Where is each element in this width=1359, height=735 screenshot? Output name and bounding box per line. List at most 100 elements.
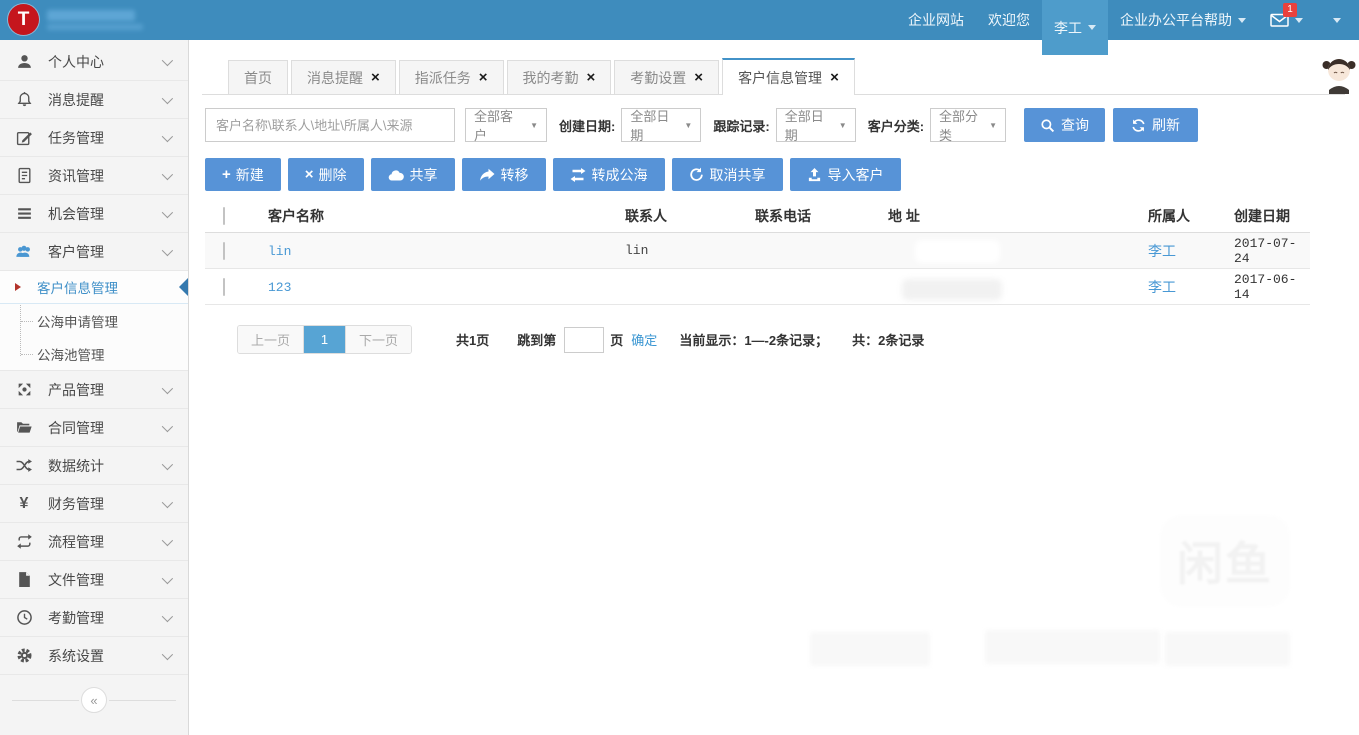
share-button[interactable]: 共享	[371, 158, 455, 191]
total-records-info: 共：2条记录	[852, 330, 924, 349]
row-checkbox[interactable]	[223, 278, 225, 296]
sidebar-item-news[interactable]: 资讯管理	[0, 157, 188, 195]
new-button[interactable]: + 新建	[205, 158, 281, 191]
sidebar-item-personal[interactable]: 个人中心	[0, 43, 188, 81]
import-customer-button[interactable]: 导入客户	[790, 158, 901, 191]
sidebar-item-file[interactable]: 文件管理	[0, 561, 188, 599]
product-icon	[14, 381, 34, 398]
col-header-phone: 联系电话	[740, 206, 870, 226]
topbar-menu: 企业网站 欢迎您 李工 企业办公平台帮助 1	[896, 0, 1353, 40]
user-icon	[14, 53, 34, 70]
created-cell: 2017-06-14	[1222, 272, 1310, 302]
sidebar-item-opportunity[interactable]: 机会管理	[0, 195, 188, 233]
chevron-down-icon	[1088, 25, 1096, 30]
close-icon[interactable]: ×	[479, 70, 488, 85]
redacted-blur	[915, 240, 1000, 263]
confirm-jump-link[interactable]: 确定	[631, 330, 657, 349]
topmenu-user[interactable]: 李工	[1042, 0, 1108, 55]
customer-category-select[interactable]: 全部分类▼	[930, 108, 1006, 142]
cloud-icon	[388, 168, 404, 182]
chevron-down-icon	[162, 130, 173, 141]
customer-name-link[interactable]: lin	[268, 244, 291, 259]
filter-row: 全部客户▼ 创建日期: 全部日期▼ 跟踪记录: 全部日期▼ 客户分类: 全部分类…	[205, 108, 1198, 142]
sidebar-item-product[interactable]: 产品管理	[0, 371, 188, 409]
sidebar-subitem-sea-apply[interactable]: 公海申请管理	[0, 304, 188, 337]
doc-icon	[14, 167, 34, 184]
sidebar-item-customer[interactable]: 客户管理	[0, 233, 188, 271]
logo-letter: T	[18, 9, 30, 31]
query-button[interactable]: 查询	[1024, 108, 1105, 142]
active-arrow-icon	[179, 278, 188, 296]
app-logo[interactable]: T	[8, 4, 39, 35]
tab-attendance-settings[interactable]: 考勤设置 ×	[614, 60, 719, 94]
tab-message[interactable]: 消息提醒 ×	[291, 60, 396, 94]
search-input[interactable]	[205, 108, 455, 142]
customer-name-link[interactable]: 123	[268, 280, 291, 295]
sidebar-item-finance[interactable]: ¥ 财务管理	[0, 485, 188, 523]
refresh-button[interactable]: 刷新	[1113, 108, 1198, 142]
col-header-owner: 所属人	[1140, 206, 1222, 226]
row-checkbox[interactable]	[223, 242, 225, 260]
sidebar-collapse-row: «	[0, 683, 188, 717]
sidebar-item-task[interactable]: 任务管理	[0, 119, 188, 157]
owner-link[interactable]: 李工	[1148, 279, 1176, 295]
chevron-down-icon: ▼	[530, 121, 538, 130]
created-date-select[interactable]: 全部日期▼	[621, 108, 701, 142]
chevron-down-icon	[162, 458, 173, 469]
customer-type-select[interactable]: 全部客户▼	[465, 108, 547, 142]
chevron-down-icon	[162, 244, 173, 255]
topmenu-welcome[interactable]: 欢迎您	[976, 0, 1042, 40]
sidebar: 个人中心 消息提醒 任务管理 资讯管理 机会管理 客户管理 客户信息管理	[0, 40, 189, 735]
sidebar-item-attendance[interactable]: 考勤管理	[0, 599, 188, 637]
redacted-blur	[902, 279, 1002, 300]
close-icon[interactable]: ×	[371, 70, 380, 85]
sidebar-subitem-sea-pool[interactable]: 公海池管理	[0, 337, 188, 370]
topmenu-more[interactable]	[1315, 0, 1353, 40]
page-1-button[interactable]: 1	[304, 326, 346, 353]
file-icon	[14, 571, 34, 588]
tab-assigned-task[interactable]: 指派任务 ×	[399, 60, 504, 94]
transfer-button[interactable]: 转移	[462, 158, 546, 191]
jump-prefix-label: 跳到第	[517, 330, 556, 349]
sidebar-item-message[interactable]: 消息提醒	[0, 81, 188, 119]
collapse-sidebar-button[interactable]: «	[81, 687, 107, 713]
bell-icon	[14, 91, 34, 108]
close-icon[interactable]: ×	[830, 70, 839, 85]
tab-home[interactable]: 首页	[228, 60, 288, 94]
chevron-down-icon	[1238, 18, 1246, 23]
tab-customer-info[interactable]: 客户信息管理 ×	[722, 58, 855, 95]
search-icon	[1040, 118, 1055, 133]
page-jump-input[interactable]	[564, 327, 604, 353]
sidebar-subitem-customer-info[interactable]: 客户信息管理	[0, 271, 188, 304]
close-icon[interactable]: ×	[587, 70, 596, 85]
pagination: 上一页 1 下一页 共1页 跳到第 页 确定 当前显示：1—-2条记录； 共：2…	[237, 325, 924, 354]
tab-my-attendance[interactable]: 我的考勤 ×	[507, 60, 612, 94]
convert-to-sea-button[interactable]: 转成公海	[553, 158, 665, 191]
select-all-checkbox[interactable]	[223, 207, 225, 225]
sidebar-item-statistics[interactable]: 数据统计	[0, 447, 188, 485]
customer-table: 客户名称 联系人 联系电话 地 址 所属人 创建日期 lin lin 李工 20…	[205, 200, 1310, 305]
owner-link[interactable]: 李工	[1148, 243, 1176, 259]
forward-arrow-icon	[479, 168, 495, 182]
close-icon[interactable]: ×	[694, 70, 703, 85]
customer-category-label: 客户分类:	[868, 116, 924, 135]
sidebar-item-process[interactable]: 流程管理	[0, 523, 188, 561]
topmenu-mail[interactable]: 1	[1258, 0, 1315, 40]
sidebar-item-settings[interactable]: 系统设置	[0, 637, 188, 675]
topmenu-site[interactable]: 企业网站	[896, 0, 976, 40]
created-cell: 2017-07-24	[1222, 236, 1310, 266]
faded-artifact	[985, 630, 1160, 664]
col-header-address: 地 址	[870, 206, 1140, 226]
topmenu-help[interactable]: 企业办公平台帮助	[1108, 0, 1258, 40]
prev-page-button[interactable]: 上一页	[238, 326, 304, 353]
track-record-select[interactable]: 全部日期▼	[776, 108, 856, 142]
next-page-button[interactable]: 下一页	[346, 326, 411, 353]
table-row: lin lin 李工 2017-07-24	[205, 233, 1310, 269]
cross-icon: ×	[305, 167, 314, 182]
delete-button[interactable]: × 删除	[288, 158, 364, 191]
users-icon	[14, 243, 34, 260]
folder-icon	[14, 419, 34, 436]
cancel-share-button[interactable]: 取消共享	[672, 158, 783, 191]
avatar[interactable]	[1320, 48, 1358, 94]
sidebar-item-contract[interactable]: 合同管理	[0, 409, 188, 447]
